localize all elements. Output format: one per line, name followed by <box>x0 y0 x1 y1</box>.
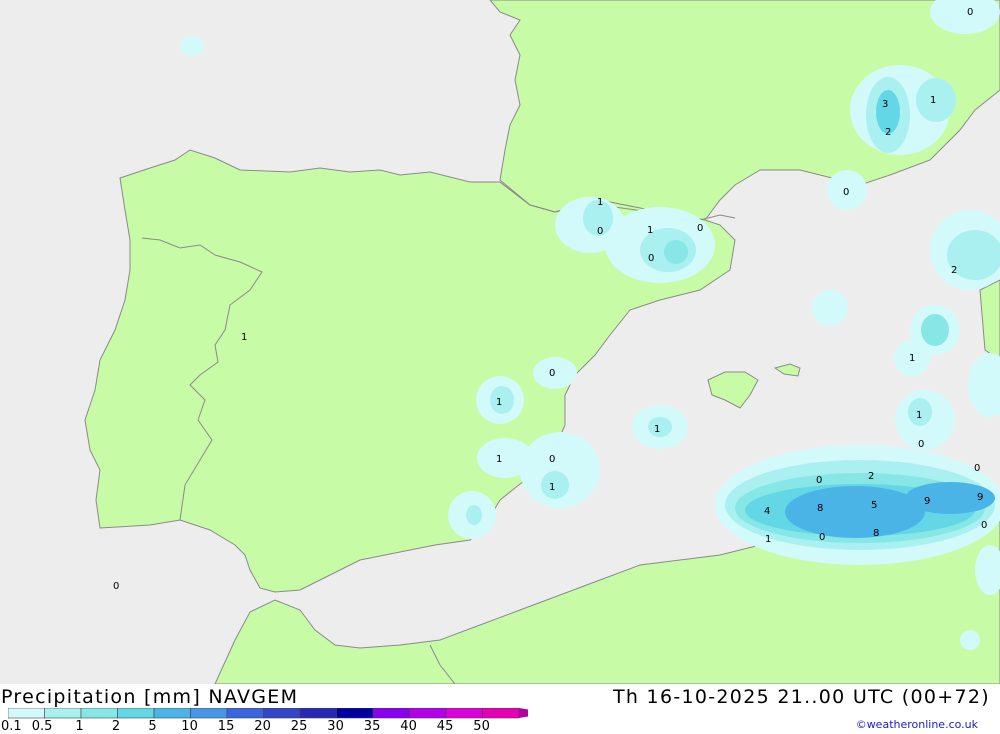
precip-label: 2 <box>885 127 891 138</box>
precip-label: 0 <box>974 463 980 474</box>
precip-label: 4 <box>764 506 770 517</box>
legend-swatch <box>190 708 228 719</box>
legend-tick-label: 2 <box>111 719 121 734</box>
precip-label: 1 <box>909 353 915 364</box>
legend-swatch <box>44 708 82 719</box>
legend-swatch <box>153 708 191 719</box>
precip-label: 8 <box>873 528 879 539</box>
legend-swatch <box>336 708 374 719</box>
legend-tick-label: 25 <box>290 719 308 734</box>
precip-label: 1 <box>916 410 922 421</box>
legend-tick-label: 45 <box>436 719 454 734</box>
legend-swatch <box>482 708 520 719</box>
color-legend: 0.1 0.5 1 2 5 10 15 20 25 30 35 40 45 50 <box>1 708 528 734</box>
precip-label: 0 <box>918 439 924 450</box>
precip-label: 0 <box>549 368 555 379</box>
precip-label: 0 <box>967 7 973 18</box>
precipitation-map: 0 3 1 2 0 1 0 1 0 0 1 2 1 0 1 1 0 1 1 1 … <box>0 0 1000 684</box>
legend-tick-label: 20 <box>254 719 271 734</box>
precip-label: 1 <box>241 332 247 343</box>
precip-label: 9 <box>924 496 930 507</box>
precip-label: 0 <box>819 532 825 543</box>
legend-swatch <box>445 708 483 719</box>
legend-tick-label: 15 <box>217 719 235 734</box>
precip-label: 3 <box>882 99 888 110</box>
legend-tick-label: 35 <box>363 719 381 734</box>
legend-swatch <box>117 708 155 719</box>
precip-label: 1 <box>647 225 653 236</box>
precip-label: 0 <box>816 475 822 486</box>
precip-label: 0 <box>981 520 987 531</box>
precip-label: 0 <box>597 226 603 237</box>
precip-label: 9 <box>977 492 983 503</box>
legend-tick-label: 0.5 <box>31 719 53 734</box>
precip-label: 0 <box>843 187 849 198</box>
legend-tick-label: 40 <box>400 719 417 734</box>
precip-label: 0 <box>697 223 703 234</box>
map-footer: Precipitation [mm] NAVGEM Th 16-10-2025 … <box>0 684 1000 734</box>
precip-label: 1 <box>496 397 502 408</box>
precip-label: 2 <box>868 471 874 482</box>
legend-tick-label: 10 <box>181 719 198 734</box>
precip-label: 1 <box>597 197 603 208</box>
precip-label: 1 <box>654 424 660 435</box>
legend-swatch <box>226 708 264 719</box>
precip-label: 1 <box>549 482 555 493</box>
legend-swatch <box>80 708 118 719</box>
legend-swatch <box>372 708 410 719</box>
legend-swatch <box>263 708 301 719</box>
legend-tick-label: 1 <box>75 719 84 734</box>
precip-label: 0 <box>549 454 555 465</box>
precip-label: 5 <box>871 500 877 511</box>
precip-label: 0 <box>113 581 119 592</box>
legend-swatch <box>409 708 447 719</box>
map-canvas: 0 3 1 2 0 1 0 1 0 0 1 2 1 0 1 1 0 1 1 1 … <box>0 0 1000 684</box>
precip-label: 8 <box>817 503 823 514</box>
credit-link[interactable]: ©weatheronline.co.uk <box>856 718 978 731</box>
legend-swatch <box>8 708 45 719</box>
legend-tick-label: 30 <box>327 719 344 734</box>
precip-label: 1 <box>496 454 502 465</box>
legend-swatch <box>299 708 337 719</box>
precip-label: 0 <box>648 253 654 264</box>
map-title: Precipitation [mm] NAVGEM <box>1 686 299 708</box>
precip-label: 2 <box>951 265 957 276</box>
legend-tick-label: 50 <box>473 719 490 734</box>
forecast-datetime: Th 16-10-2025 21..00 UTC (00+72) <box>612 686 990 708</box>
legend-tick-label: 5 <box>148 719 157 734</box>
legend-tick-label: 0.1 <box>1 719 22 734</box>
precip-label: 1 <box>765 534 771 545</box>
precip-label: 1 <box>930 95 936 106</box>
legend-arrow <box>519 708 528 718</box>
